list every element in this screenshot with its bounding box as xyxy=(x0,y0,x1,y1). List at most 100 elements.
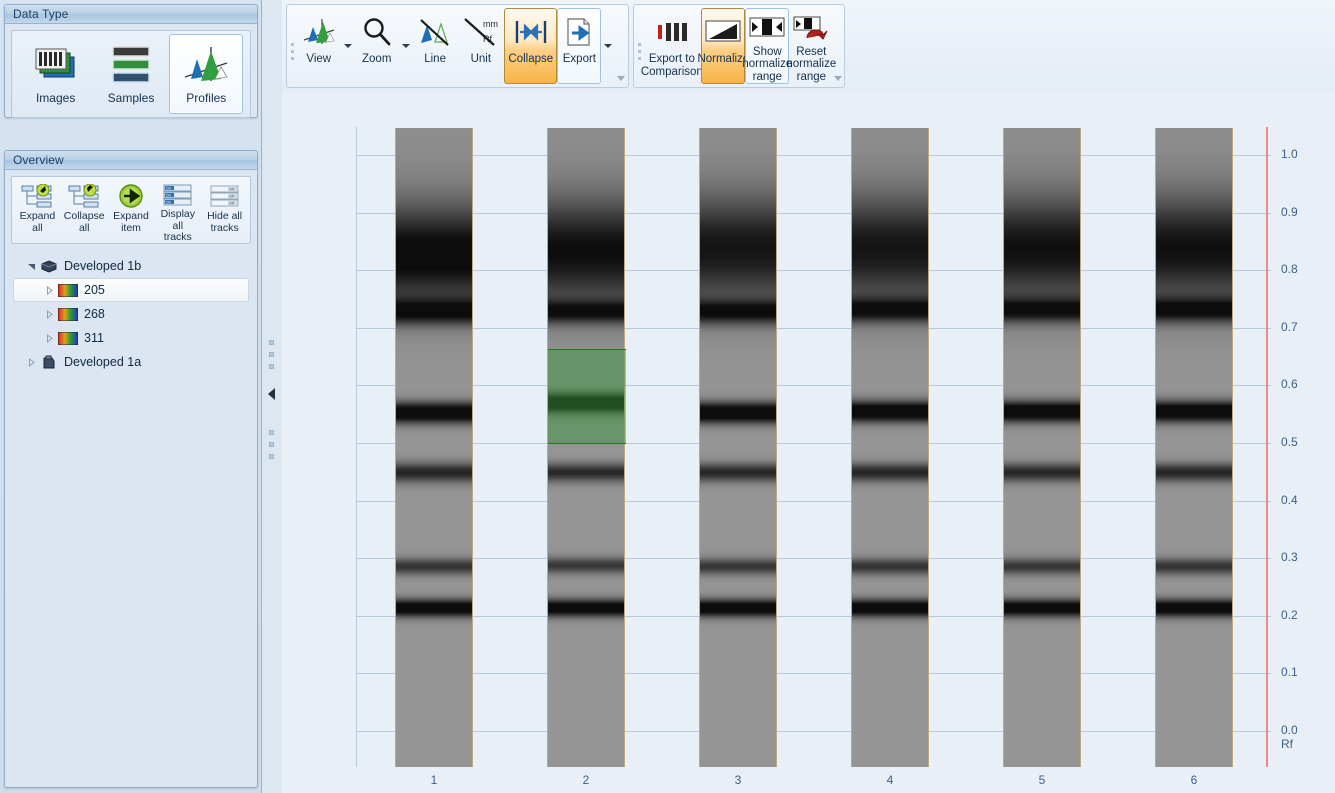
track-label: 5 xyxy=(1038,773,1046,787)
ribbon-group-handle[interactable] xyxy=(289,8,297,80)
rf-axis-title: Rf xyxy=(1281,737,1293,751)
data-type-button-samples[interactable]: Samples xyxy=(94,34,168,114)
collapse-panel-arrow-icon[interactable] xyxy=(268,388,275,400)
ribbon-label-zoom: Zoom xyxy=(362,53,392,65)
rf-tick-label: 0.0 xyxy=(1281,723,1298,737)
ribbon-button-unit[interactable]: mm Rf Unit xyxy=(457,8,504,84)
profiles-chart-area[interactable]: 1 2 3 4 5 6 1.0 0.9 0.8 0.7 0.6 0.5 0.4 0.3 0.2 0.1 0.0… xyxy=(282,92,1335,793)
tree-label-developed-1a: Developed 1a xyxy=(64,355,142,369)
ribbon-button-normalize[interactable]: Normalize xyxy=(697,8,749,84)
ribbon-button-line[interactable]: Line xyxy=(413,8,458,84)
spectrum-icon xyxy=(58,331,78,345)
rf-tick-label: 0.2 xyxy=(1281,607,1298,622)
collapse-arrows-icon xyxy=(514,13,548,51)
ribbon-button-collapse[interactable]: Collapse xyxy=(504,8,558,84)
ribbon-button-view[interactable]: View xyxy=(297,8,341,84)
gridline xyxy=(356,155,1271,156)
gridline xyxy=(356,328,1271,329)
ribbon-button-show-normalize-range[interactable]: Show normalize range xyxy=(742,8,792,84)
data-type-label-samples: Samples xyxy=(107,91,155,105)
track-lane[interactable] xyxy=(395,128,473,767)
ribbon-button-export-to-comparison[interactable]: Export to Comparison xyxy=(640,8,703,84)
left-dock: Data Type Images Samples Profiles Overvi… xyxy=(0,0,262,793)
tree-label-268: 268 xyxy=(84,307,105,321)
track-lane[interactable] xyxy=(547,128,626,767)
ribbon-group-normalize: Export to Comparison Normalize Show norm… xyxy=(633,4,845,88)
overview-label-expand-item: Expand item xyxy=(113,210,149,234)
rf-tick-label: 0.4 xyxy=(1281,492,1298,507)
tree-label-311: 311 xyxy=(84,331,104,345)
overview-button-strip: Expand all Collapse all Expand item On O… xyxy=(11,176,251,244)
chevron-collapsed-icon[interactable] xyxy=(42,331,56,345)
overview-button-collapse-all[interactable]: Collapse all xyxy=(61,179,108,242)
hide-all-tracks-icon: Off Off Off xyxy=(209,183,241,209)
ribbon-group-overflow[interactable] xyxy=(615,8,626,84)
tree-item-268[interactable]: 268 xyxy=(13,302,249,326)
images-icon xyxy=(32,42,80,88)
ribbon-label-export-to-comparison: Export to Comparison xyxy=(640,53,703,78)
track-lane[interactable] xyxy=(699,128,777,767)
magnifier-icon xyxy=(361,13,393,51)
zoom-dropdown-caret-icon[interactable] xyxy=(401,44,410,48)
tree-item-311[interactable]: 311 xyxy=(13,326,249,350)
data-type-button-profiles[interactable]: Profiles xyxy=(169,34,244,114)
panel-splitter[interactable] xyxy=(262,0,282,793)
track-label: 6 xyxy=(1190,773,1198,787)
track-lane[interactable] xyxy=(851,128,929,767)
display-all-tracks-icon: On On On xyxy=(162,183,194,207)
rf-tick-label: 0.3 xyxy=(1281,550,1298,565)
expand-all-icon xyxy=(21,183,53,209)
svg-text:Off: Off xyxy=(229,202,234,206)
overview-button-expand-all[interactable]: Expand all xyxy=(14,179,61,242)
gridline xyxy=(356,731,1271,732)
rf-tick-label: 0.6 xyxy=(1281,377,1298,392)
grip-dot xyxy=(269,352,274,357)
grip-dot xyxy=(269,442,274,447)
normalize-range-selection[interactable] xyxy=(548,348,626,444)
plate-icon xyxy=(40,259,58,273)
export-dropdown-caret-icon[interactable] xyxy=(604,44,613,48)
handle-dot xyxy=(291,49,295,53)
normalize-range-marker[interactable] xyxy=(1266,127,1268,767)
track-label: 2 xyxy=(582,773,590,787)
tree-item-developed-1b[interactable]: Developed 1b xyxy=(13,254,249,278)
rf-tick-label: 0.7 xyxy=(1281,319,1298,334)
ribbon-button-zoom[interactable]: Zoom xyxy=(355,8,399,84)
data-type-panel: Data Type Images Samples Profiles xyxy=(4,4,258,118)
track-label: 4 xyxy=(886,773,894,787)
rf-tick-label: 0.9 xyxy=(1281,204,1298,219)
splitter-grip-top[interactable] xyxy=(269,340,275,369)
data-type-button-strip: Images Samples Profiles xyxy=(11,30,251,118)
rf-tick-label: 0.8 xyxy=(1281,262,1298,277)
overview-button-expand-item[interactable]: Expand item xyxy=(108,179,155,242)
overview-panel-body: Expand all Collapse all Expand item On O… xyxy=(5,170,257,380)
reset-range-icon xyxy=(793,13,829,44)
chevron-collapsed-icon[interactable] xyxy=(42,283,56,297)
ribbon-button-reset-normalize-range[interactable]: Reset normalize range xyxy=(786,8,836,84)
tree-item-developed-1a[interactable]: Developed 1a xyxy=(13,350,249,374)
ribbon-button-export[interactable]: Export xyxy=(557,8,602,84)
track-lane[interactable] xyxy=(1003,128,1081,767)
overview-label-expand-all: Expand all xyxy=(19,210,56,234)
tree-item-205[interactable]: 205 xyxy=(13,278,249,302)
ribbon-label-unit: Unit xyxy=(470,53,492,65)
data-type-button-images[interactable]: Images xyxy=(19,34,93,114)
overview-button-display-all-tracks[interactable]: On On On Display all tracks xyxy=(154,179,201,243)
data-type-panel-body: Images Samples Profiles xyxy=(5,24,257,124)
track-lane[interactable] xyxy=(1155,128,1233,767)
gridline xyxy=(356,616,1271,617)
view-dropdown-caret-icon[interactable] xyxy=(343,44,352,48)
ribbon-split-view: View xyxy=(297,8,355,84)
svg-text:On: On xyxy=(166,194,171,198)
splitter-grip-bottom[interactable] xyxy=(269,430,275,459)
expand-item-icon xyxy=(117,183,145,209)
samples-icon xyxy=(107,42,155,88)
rf-tick-label: 1.0 xyxy=(1281,147,1298,161)
overview-button-hide-all-tracks[interactable]: Off Off Off Hide all tracks xyxy=(201,179,248,242)
plot-canvas[interactable]: 1 2 3 4 5 6 1.0 0.9 0.8 0.7 0.6 0.5 0.4 0.3 0.2 0.1 0.0… xyxy=(356,127,1298,787)
svg-text:On: On xyxy=(166,201,171,205)
chevron-collapsed-icon[interactable] xyxy=(42,307,56,321)
chevron-expanded-icon[interactable] xyxy=(24,259,38,273)
chevron-collapsed-icon[interactable] xyxy=(24,355,38,369)
svg-text:On: On xyxy=(166,187,171,191)
